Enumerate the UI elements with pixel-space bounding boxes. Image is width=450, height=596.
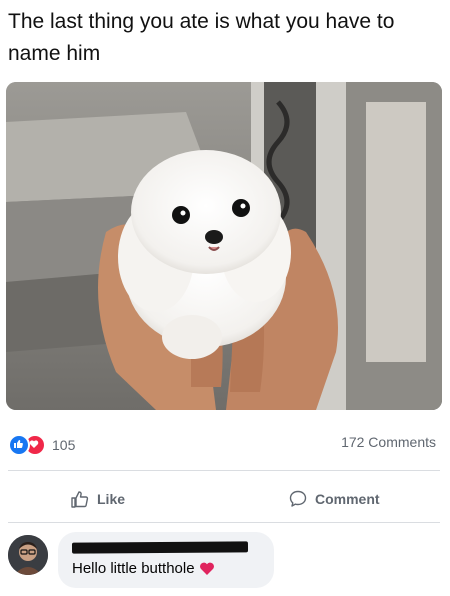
heart-icon [199, 562, 214, 575]
user-avatar-icon [8, 535, 48, 575]
comment-text: Hello little butthole [72, 560, 215, 577]
post-text: The last thing you ate is what you have … [8, 10, 395, 65]
comment-bubble[interactable]: Hello little butthole [58, 532, 274, 588]
comment-button[interactable]: Comment [288, 484, 380, 514]
comment: Hello little butthole [8, 532, 440, 596]
like-reaction-icon [8, 434, 30, 456]
comment-label: Comment [315, 491, 380, 507]
post-photo[interactable] [6, 82, 442, 410]
puppy-photo-illustration [6, 82, 442, 410]
post-stats: 105 172 Comments [8, 434, 440, 458]
like-button[interactable]: Like [70, 484, 125, 514]
comments-count[interactable]: 172 Comments [341, 434, 436, 450]
divider [8, 470, 440, 471]
reactions-count: 105 [52, 437, 76, 453]
redacted-name-bar [71, 541, 249, 554]
like-label: Like [97, 491, 126, 507]
divider [8, 522, 440, 523]
speech-bubble-icon [289, 490, 307, 507]
comment-body: Hello little butthole [72, 560, 195, 577]
reactions-summary[interactable]: 105 [8, 434, 75, 456]
post-actions: Like Comment [8, 484, 440, 514]
thumbs-up-icon [71, 491, 89, 508]
avatar[interactable] [8, 535, 48, 575]
